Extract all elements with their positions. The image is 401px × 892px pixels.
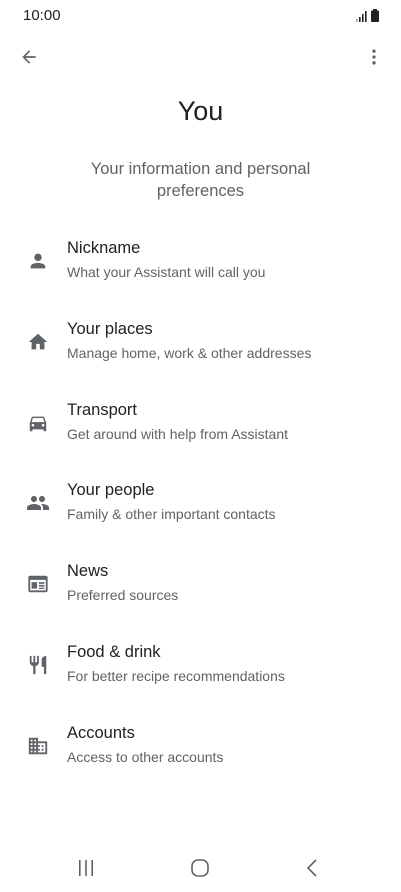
item-subtitle: Family & other important contacts xyxy=(67,506,276,523)
person-icon xyxy=(24,247,52,275)
back-button[interactable] xyxy=(14,42,44,72)
list-item-transport[interactable]: Transport Get around with help from Assi… xyxy=(0,387,401,468)
list-item-nickname[interactable]: Nickname What your Assistant will call y… xyxy=(0,225,401,306)
status-icons xyxy=(356,8,379,22)
home-icon xyxy=(24,328,52,356)
nav-back-button[interactable] xyxy=(292,852,332,884)
list-item-food-and-drink[interactable]: Food & drink For better recipe recommend… xyxy=(0,629,401,710)
item-title: Accounts xyxy=(67,723,135,742)
list-item-your-places[interactable]: Your places Manage home, work & other ad… xyxy=(0,306,401,387)
nav-back-icon xyxy=(306,859,317,877)
item-title: Nickname xyxy=(67,239,141,257)
arrow-back-icon xyxy=(22,50,36,64)
car-icon xyxy=(24,409,52,437)
more-options-button[interactable] xyxy=(359,42,389,72)
item-title: Your people xyxy=(67,481,155,500)
home-circle-icon xyxy=(191,859,209,877)
more-vert-icon xyxy=(372,49,376,65)
item-subtitle: For better recipe recommendations xyxy=(67,667,285,684)
battery-icon xyxy=(371,9,379,22)
list-item-your-people[interactable]: Your people Family & other important con… xyxy=(0,467,401,548)
item-title: Transport xyxy=(67,400,137,419)
list-item-news[interactable]: News Preferred sources xyxy=(0,548,401,629)
item-subtitle: Get around with help from Assistant xyxy=(67,425,288,442)
news-icon xyxy=(24,570,52,598)
recents-icon xyxy=(79,860,93,876)
page-title: You xyxy=(177,96,224,126)
recents-button[interactable] xyxy=(66,852,106,884)
restaurant-icon xyxy=(24,651,52,679)
building-icon xyxy=(24,732,52,760)
item-subtitle: What your Assistant will call you xyxy=(67,264,266,280)
people-icon xyxy=(24,489,52,517)
signal-icon xyxy=(356,11,367,22)
settings-list: Nickname What your Assistant will call y… xyxy=(0,225,401,791)
home-button[interactable] xyxy=(180,852,220,884)
item-title: News xyxy=(67,562,109,581)
page-subtitle: Your information and personal preference… xyxy=(90,160,311,200)
status-bar: 10:00 xyxy=(0,0,401,30)
item-title: Food & drink xyxy=(67,642,161,661)
list-item-accounts[interactable]: Accounts Access to other accounts xyxy=(0,710,401,791)
status-time: 10:00 xyxy=(23,7,61,24)
item-subtitle: Access to other accounts xyxy=(67,748,224,765)
system-nav-bar xyxy=(0,844,401,892)
item-subtitle: Preferred sources xyxy=(67,587,179,604)
app-bar xyxy=(0,38,401,74)
item-title: Your places xyxy=(67,319,153,338)
item-subtitle: Manage home, work & other addresses xyxy=(67,344,312,361)
